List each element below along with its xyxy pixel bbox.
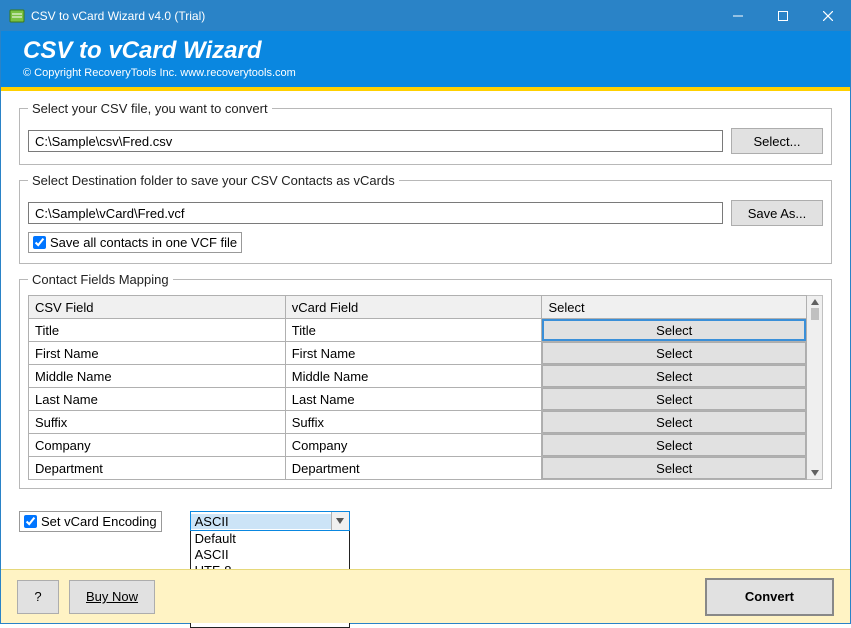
- vcard-field-cell: Last Name: [285, 388, 542, 411]
- encoding-selected: ASCII: [191, 514, 331, 529]
- select-field-button[interactable]: Select: [542, 457, 806, 479]
- select-cell: Select: [542, 365, 807, 388]
- vcard-field-cell: Department: [285, 457, 542, 480]
- encoding-check[interactable]: [24, 515, 37, 528]
- app-icon: [9, 8, 25, 24]
- select-cell: Select: [542, 319, 807, 342]
- select-field-button[interactable]: Select: [542, 388, 806, 410]
- help-button[interactable]: ?: [17, 580, 59, 614]
- mapping-group: Contact Fields Mapping CSV Field vCard F…: [19, 272, 832, 489]
- table-row: Middle NameMiddle NameSelect: [29, 365, 807, 388]
- select-field-button[interactable]: Select: [542, 411, 806, 433]
- scroll-down-icon[interactable]: [808, 467, 822, 479]
- vcard-field-cell: Title: [285, 319, 542, 342]
- window-title: CSV to vCard Wizard v4.0 (Trial): [31, 9, 715, 23]
- mapping-scrollbar[interactable]: [807, 295, 823, 480]
- destination-legend: Select Destination folder to save your C…: [28, 173, 399, 188]
- app-title: CSV to vCard Wizard: [23, 37, 828, 65]
- select-source-button[interactable]: Select...: [731, 128, 823, 154]
- csv-field-cell: Middle Name: [29, 365, 286, 388]
- csv-field-cell: First Name: [29, 342, 286, 365]
- source-path-input[interactable]: [28, 130, 723, 152]
- select-field-button[interactable]: Select: [542, 342, 806, 364]
- select-cell: Select: [542, 388, 807, 411]
- destination-group: Select Destination folder to save your C…: [19, 173, 832, 264]
- chevron-down-icon[interactable]: [331, 512, 349, 530]
- csv-field-cell: Title: [29, 319, 286, 342]
- encoding-option[interactable]: ASCII: [191, 547, 349, 563]
- vcard-field-cell: Company: [285, 434, 542, 457]
- encoding-label: Set vCard Encoding: [41, 514, 157, 529]
- csv-field-cell: Department: [29, 457, 286, 480]
- select-field-button[interactable]: Select: [542, 365, 806, 387]
- table-row: TitleTitleSelect: [29, 319, 807, 342]
- minimize-button[interactable]: [715, 1, 760, 31]
- table-row: DepartmentDepartmentSelect: [29, 457, 807, 480]
- encoding-checkbox[interactable]: Set vCard Encoding: [19, 511, 162, 532]
- save-all-vcf-label: Save all contacts in one VCF file: [50, 235, 237, 250]
- save-all-vcf-check[interactable]: [33, 236, 46, 249]
- table-row: SuffixSuffixSelect: [29, 411, 807, 434]
- csv-field-cell: Company: [29, 434, 286, 457]
- copyright-text: © Copyright RecoveryTools Inc. www.recov…: [23, 67, 828, 79]
- select-field-button[interactable]: Select: [542, 434, 806, 456]
- csv-field-cell: Last Name: [29, 388, 286, 411]
- mapping-table: CSV Field vCard Field Select TitleTitleS…: [28, 295, 807, 480]
- vcard-field-cell: Middle Name: [285, 365, 542, 388]
- scroll-up-icon[interactable]: [808, 296, 822, 308]
- save-as-button[interactable]: Save As...: [731, 200, 823, 226]
- table-row: CompanyCompanySelect: [29, 434, 807, 457]
- app-header: CSV to vCard Wizard © Copyright Recovery…: [1, 31, 850, 87]
- select-cell: Select: [542, 457, 807, 480]
- encoding-option[interactable]: Default: [191, 531, 349, 547]
- source-legend: Select your CSV file, you want to conver…: [28, 101, 272, 116]
- titlebar: CSV to vCard Wizard v4.0 (Trial): [1, 1, 850, 31]
- buy-now-button[interactable]: Buy Now: [69, 580, 155, 614]
- select-cell: Select: [542, 342, 807, 365]
- select-cell: Select: [542, 411, 807, 434]
- select-cell: Select: [542, 434, 807, 457]
- maximize-button[interactable]: [760, 1, 805, 31]
- csv-field-cell: Suffix: [29, 411, 286, 434]
- scroll-thumb[interactable]: [811, 308, 819, 320]
- select-field-button[interactable]: Select: [542, 319, 806, 341]
- table-row: Last NameLast NameSelect: [29, 388, 807, 411]
- mapping-header-select: Select: [542, 296, 807, 319]
- footer-bar: ? Buy Now Convert: [1, 569, 850, 623]
- save-all-vcf-checkbox[interactable]: Save all contacts in one VCF file: [28, 232, 242, 253]
- close-button[interactable]: [805, 1, 850, 31]
- vcard-field-cell: First Name: [285, 342, 542, 365]
- destination-path-input[interactable]: [28, 202, 723, 224]
- mapping-header-csv: CSV Field: [29, 296, 286, 319]
- source-group: Select your CSV file, you want to conver…: [19, 101, 832, 165]
- table-row: First NameFirst NameSelect: [29, 342, 807, 365]
- mapping-legend: Contact Fields Mapping: [28, 272, 173, 287]
- convert-button[interactable]: Convert: [705, 578, 834, 616]
- vcard-field-cell: Suffix: [285, 411, 542, 434]
- mapping-header-vcard: vCard Field: [285, 296, 542, 319]
